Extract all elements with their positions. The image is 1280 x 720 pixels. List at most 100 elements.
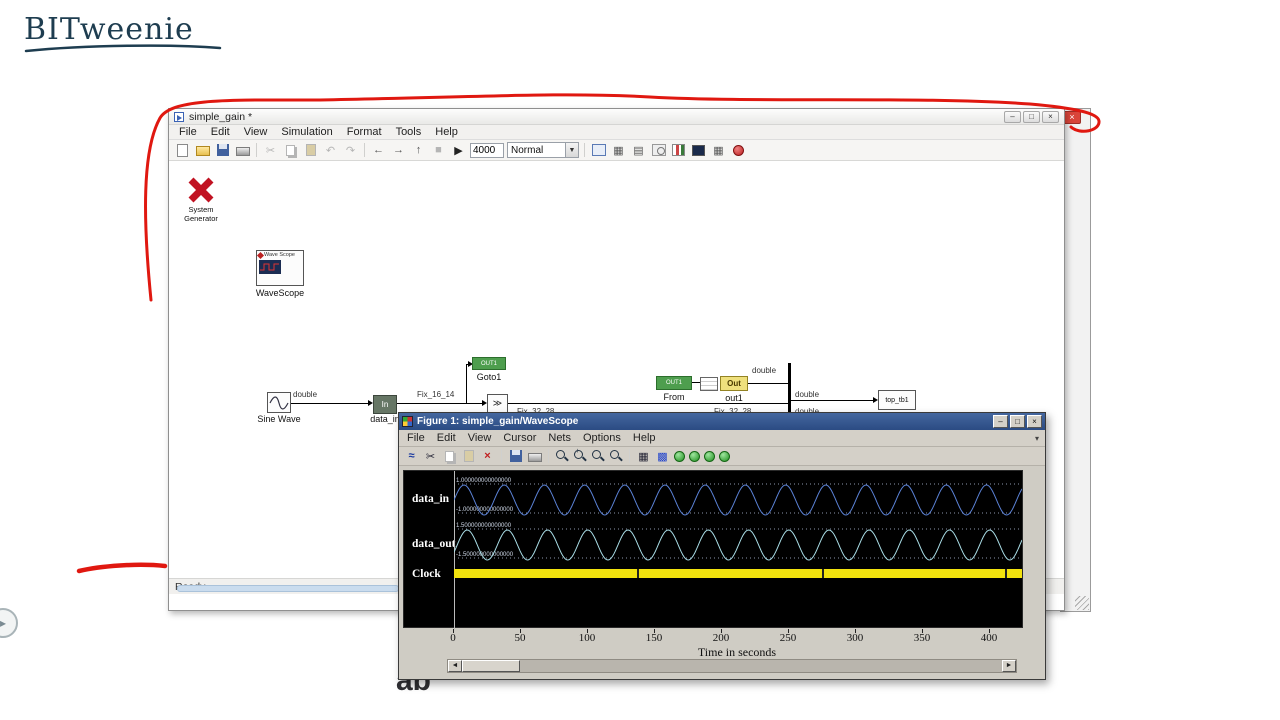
menu-help[interactable]: Help bbox=[627, 432, 662, 444]
paste-icon[interactable] bbox=[302, 142, 319, 158]
record-icon[interactable] bbox=[730, 142, 747, 158]
from-block[interactable]: OUT1 bbox=[656, 376, 692, 390]
gateway-in-block[interactable]: In bbox=[373, 395, 397, 414]
undo-icon[interactable]: ↶ bbox=[322, 142, 339, 158]
cut-icon[interactable]: ✂ bbox=[423, 449, 438, 464]
player-control-icon[interactable]: ▸ bbox=[0, 608, 18, 638]
minimize-button[interactable]: – bbox=[1004, 110, 1021, 123]
close-button[interactable]: × bbox=[1027, 415, 1042, 428]
bar-chart-icon bbox=[672, 144, 685, 156]
zoom-fit-icon[interactable] bbox=[609, 449, 623, 463]
scrollbar-thumb[interactable] bbox=[462, 660, 520, 672]
background-window-resize-grip[interactable] bbox=[1075, 596, 1089, 610]
close-icon: × bbox=[1069, 112, 1075, 122]
waveform-tool-icon[interactable]: ≈ bbox=[404, 449, 419, 464]
maximize-button[interactable]: □ bbox=[1010, 415, 1025, 428]
gateway-out-block[interactable] bbox=[700, 377, 718, 391]
menu-edit[interactable]: Edit bbox=[204, 126, 237, 138]
snapshot-icon[interactable] bbox=[650, 142, 667, 158]
copy-icon[interactable] bbox=[442, 449, 457, 464]
waveform-plot-area[interactable]: data_in data_out Clock 1.000000000000000… bbox=[403, 470, 1023, 629]
menu-view[interactable]: View bbox=[462, 432, 498, 444]
save-icon[interactable] bbox=[508, 449, 523, 464]
palette-icon[interactable]: ▩ bbox=[655, 449, 670, 464]
new-model-icon[interactable] bbox=[174, 142, 191, 158]
navigate-back-icon[interactable]: ← bbox=[370, 142, 387, 158]
goto-block-label: Goto1 bbox=[476, 372, 502, 382]
simulink-title-bar[interactable]: simple_gain * – □ × bbox=[169, 109, 1064, 125]
menu-simulation[interactable]: Simulation bbox=[274, 126, 339, 138]
time-scrollbar[interactable]: ◄ ► bbox=[447, 659, 1017, 673]
menu-tools[interactable]: Tools bbox=[389, 126, 429, 138]
menu-help[interactable]: Help bbox=[428, 126, 465, 138]
green-run-icon[interactable] bbox=[689, 450, 700, 462]
model-explorer-icon[interactable]: ▤ bbox=[630, 142, 647, 158]
build-icon[interactable]: ▦ bbox=[710, 142, 727, 158]
chart-icon[interactable] bbox=[670, 142, 687, 158]
signal-wire bbox=[466, 364, 467, 404]
printer-icon bbox=[235, 147, 250, 156]
gain-block[interactable]: ≫ bbox=[487, 394, 508, 413]
axis-tick-label: 0 bbox=[450, 632, 456, 644]
menu-edit[interactable]: Edit bbox=[431, 432, 462, 444]
zoom-out-icon[interactable]: − bbox=[591, 448, 605, 463]
maximize-button[interactable]: □ bbox=[1023, 110, 1040, 123]
scope-icon[interactable] bbox=[690, 142, 707, 158]
waveform-traces bbox=[454, 471, 1022, 629]
grid-icon[interactable]: ▦ bbox=[636, 449, 651, 464]
testbench-block[interactable]: top_tb1 bbox=[878, 390, 916, 410]
minimize-button[interactable]: – bbox=[993, 415, 1008, 428]
sim-stop-time-input[interactable] bbox=[470, 142, 504, 158]
sine-wave-label: Sine Wave bbox=[257, 414, 301, 424]
green-run-icon[interactable] bbox=[719, 450, 730, 462]
copy-icon[interactable] bbox=[282, 142, 299, 158]
menu-file[interactable]: File bbox=[172, 126, 204, 138]
goto-block[interactable]: OUT1 bbox=[472, 357, 506, 370]
wavescope-title-bar[interactable]: Figure 1: simple_gain/WaveScope – □ × bbox=[399, 413, 1045, 430]
wavescope-block[interactable]: Wave Scope bbox=[256, 250, 304, 286]
signal-wire bbox=[791, 400, 876, 401]
close-button[interactable]: × bbox=[1042, 110, 1059, 123]
type-label: double bbox=[752, 366, 777, 375]
save-model-icon[interactable] bbox=[214, 142, 231, 158]
disk-icon bbox=[509, 450, 522, 462]
menu-options[interactable]: Options bbox=[577, 432, 627, 444]
simulink-app-icon bbox=[174, 111, 184, 122]
out-port-block[interactable]: Out bbox=[720, 376, 748, 391]
green-run-icon[interactable] bbox=[674, 450, 685, 462]
navigate-forward-icon[interactable]: → bbox=[390, 142, 407, 158]
menu-cursor[interactable]: Cursor bbox=[497, 432, 542, 444]
start-simulation-icon[interactable]: ▶ bbox=[450, 142, 467, 158]
canvas-scrollbar[interactable] bbox=[177, 585, 399, 592]
zoom-in-icon[interactable]: + bbox=[573, 448, 587, 463]
delete-icon[interactable]: × bbox=[480, 449, 495, 464]
menu-nets[interactable]: Nets bbox=[542, 432, 577, 444]
sine-wave-block[interactable] bbox=[267, 392, 291, 413]
browser-box-icon bbox=[591, 144, 606, 156]
menu-view[interactable]: View bbox=[237, 126, 275, 138]
stop-simulation-icon[interactable]: ■ bbox=[430, 142, 447, 158]
sim-mode-dropdown[interactable]: Normal ▼ bbox=[507, 142, 579, 158]
print-icon[interactable] bbox=[527, 449, 542, 464]
folder-icon bbox=[195, 146, 210, 156]
paste-icon[interactable] bbox=[461, 449, 476, 464]
go-up-icon[interactable]: ↑ bbox=[410, 142, 427, 158]
scroll-right-icon[interactable]: ► bbox=[1002, 660, 1016, 672]
axis-tick-label: 400 bbox=[980, 632, 998, 644]
model-browser-icon[interactable] bbox=[590, 142, 607, 158]
print-icon[interactable] bbox=[234, 142, 251, 158]
menu-file[interactable]: File bbox=[401, 432, 431, 444]
cut-icon[interactable]: ✂ bbox=[262, 142, 279, 158]
green-run-icon[interactable] bbox=[704, 450, 715, 462]
menu-overflow-icon[interactable]: ▾ bbox=[1035, 434, 1039, 443]
system-generator-block[interactable] bbox=[188, 177, 214, 203]
menu-format[interactable]: Format bbox=[340, 126, 389, 138]
scroll-left-icon[interactable]: ◄ bbox=[448, 660, 462, 672]
scrollbar-track[interactable] bbox=[462, 660, 1002, 672]
open-model-icon[interactable] bbox=[194, 142, 211, 158]
zoom-icon[interactable] bbox=[555, 449, 569, 463]
redo-icon[interactable]: ↷ bbox=[342, 142, 359, 158]
library-browser-icon[interactable]: ▦ bbox=[610, 142, 627, 158]
type-label: Fix_16_14 bbox=[417, 390, 455, 399]
background-window-close-button[interactable]: × bbox=[1063, 111, 1081, 124]
